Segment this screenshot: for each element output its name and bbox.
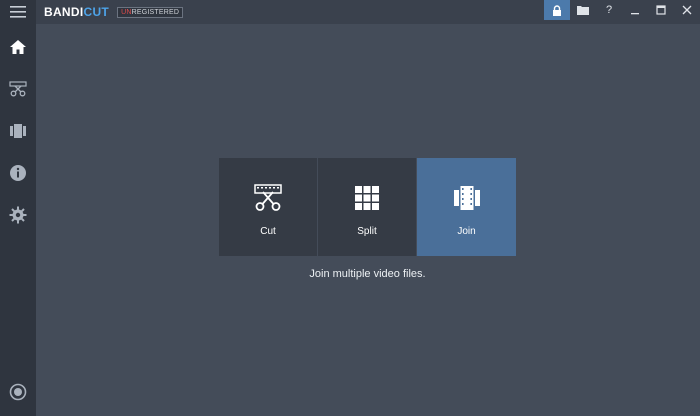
maximize-icon[interactable] bbox=[648, 0, 674, 20]
registration-badge[interactable]: UNREGISTERED bbox=[117, 6, 184, 18]
close-icon[interactable] bbox=[674, 0, 700, 20]
window-controls: ? bbox=[544, 0, 700, 24]
app-logo: BANDICUT bbox=[44, 5, 110, 19]
folder-icon[interactable] bbox=[570, 0, 596, 20]
mode-join-button[interactable]: Join bbox=[417, 158, 516, 256]
menu-icon[interactable] bbox=[0, 0, 36, 24]
mode-join-label: Join bbox=[457, 226, 476, 237]
join-tool-icon[interactable] bbox=[0, 113, 36, 149]
mode-split-label: Split bbox=[357, 226, 377, 237]
title-bar: BANDICUT UNREGISTERED ? bbox=[0, 0, 700, 24]
info-icon[interactable] bbox=[0, 155, 36, 191]
home-icon[interactable] bbox=[0, 29, 36, 65]
lock-icon[interactable] bbox=[544, 0, 570, 20]
minimize-icon[interactable] bbox=[622, 0, 648, 20]
mode-split-button[interactable]: Split bbox=[318, 158, 416, 256]
help-label: ? bbox=[605, 4, 613, 16]
record-icon[interactable] bbox=[0, 374, 36, 410]
film-join-icon bbox=[453, 186, 480, 210]
grid-split-icon bbox=[355, 186, 379, 210]
mode-cut-label: Cut bbox=[260, 226, 276, 237]
scissors-film-icon bbox=[254, 184, 282, 211]
sidebar bbox=[0, 24, 36, 416]
mode-description: Join multiple video files. bbox=[309, 268, 426, 280]
mode-cut-button[interactable]: Cut bbox=[219, 158, 317, 256]
help-icon[interactable]: ? bbox=[596, 0, 622, 20]
settings-icon[interactable] bbox=[0, 197, 36, 233]
app-brand: BANDICUT UNREGISTERED bbox=[44, 4, 184, 20]
cut-tool-icon[interactable] bbox=[0, 71, 36, 107]
